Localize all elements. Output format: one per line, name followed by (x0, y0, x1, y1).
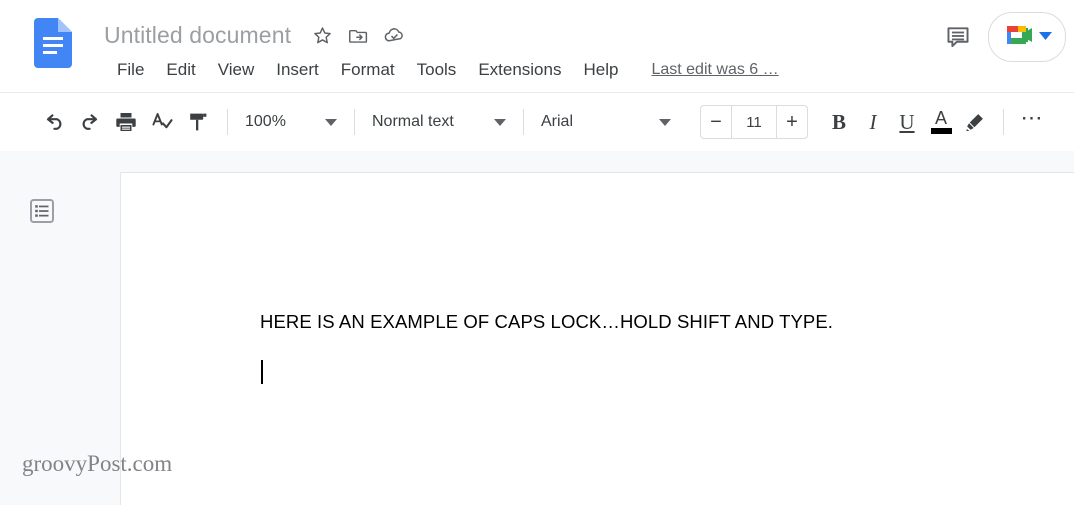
menu-item-edit[interactable]: Edit (155, 56, 206, 84)
menu-item-help[interactable]: Help (572, 56, 629, 84)
font-size-increase-button[interactable]: + (777, 106, 807, 138)
google-meet-icon (1003, 22, 1035, 53)
toolbar-divider-3 (523, 109, 524, 135)
spellcheck-icon[interactable] (144, 104, 180, 140)
zoom-value: 100% (245, 113, 286, 130)
docs-file-icon[interactable] (34, 18, 72, 68)
google-docs-window: Untitled document File Edit View Insert … (0, 0, 1074, 505)
menu-item-insert[interactable]: Insert (265, 56, 330, 84)
watermark: groovyPost.com (22, 451, 173, 476)
more-options-button[interactable]: ⋯ (1015, 105, 1049, 139)
paragraph-style-value: Normal text (372, 113, 454, 130)
chevron-down-icon (659, 118, 671, 126)
text-color-swatch (930, 128, 952, 134)
move-to-folder-icon[interactable] (343, 20, 373, 50)
title-row: Untitled document (104, 17, 409, 53)
menu-item-file[interactable]: File (106, 56, 155, 84)
font-family-dropdown[interactable]: Arial (535, 105, 677, 139)
toolbar-divider-2 (354, 109, 355, 135)
menu-item-view[interactable]: View (207, 56, 266, 84)
page-title[interactable]: Untitled document (104, 20, 291, 50)
app-header: Untitled document File Edit View Insert … (0, 0, 1074, 93)
comment-history-icon[interactable] (936, 15, 980, 59)
title-actions (307, 20, 409, 50)
last-edit-link[interactable]: Last edit was 6 … (651, 57, 778, 83)
menu-item-extensions[interactable]: Extensions (467, 56, 572, 84)
highlight-pen-icon[interactable] (958, 105, 992, 139)
document-outline-icon[interactable] (28, 197, 56, 225)
print-icon[interactable] (108, 104, 144, 140)
document-canvas: HERE IS AN EXAMPLE OF CAPS LOCK…HOLD SHI… (0, 151, 1074, 505)
text-color-label: A (934, 108, 947, 128)
toolbar-divider-5 (1003, 109, 1004, 135)
header-actions (936, 12, 1066, 62)
font-size-input[interactable]: 11 (731, 106, 777, 138)
redo-icon[interactable] (72, 104, 108, 140)
chevron-down-icon (1038, 28, 1052, 46)
cloud-saved-icon[interactable] (379, 20, 409, 50)
menu-item-tools[interactable]: Tools (406, 56, 468, 84)
undo-icon[interactable] (36, 104, 72, 140)
chevron-down-icon (494, 118, 506, 126)
underline-button[interactable]: U (890, 105, 924, 139)
text-cursor (261, 360, 263, 384)
paint-format-icon[interactable] (180, 104, 216, 140)
menu-item-format[interactable]: Format (330, 56, 406, 84)
formatting-toolbar: 100% Normal text Arial − 11 + B I U A ⋯ (0, 93, 1074, 244)
italic-button[interactable]: I (856, 105, 890, 139)
document-body-text[interactable]: HERE IS AN EXAMPLE OF CAPS LOCK…HOLD SHI… (260, 311, 833, 333)
star-icon[interactable] (307, 20, 337, 50)
paragraph-style-dropdown[interactable]: Normal text (366, 105, 512, 139)
google-meet-button[interactable] (988, 12, 1066, 62)
bold-button[interactable]: B (822, 105, 856, 139)
font-family-value: Arial (541, 113, 574, 130)
toolbar-divider-1 (227, 109, 228, 135)
font-size-decrease-button[interactable]: − (701, 106, 731, 138)
font-size-stepper: − 11 + (700, 105, 808, 139)
menu-bar: File Edit View Insert Format Tools Exten… (106, 56, 779, 84)
document-page[interactable]: HERE IS AN EXAMPLE OF CAPS LOCK…HOLD SHI… (120, 172, 1074, 505)
zoom-dropdown[interactable]: 100% (239, 105, 343, 139)
text-color-button[interactable]: A (924, 105, 958, 139)
chevron-down-icon (325, 118, 337, 126)
